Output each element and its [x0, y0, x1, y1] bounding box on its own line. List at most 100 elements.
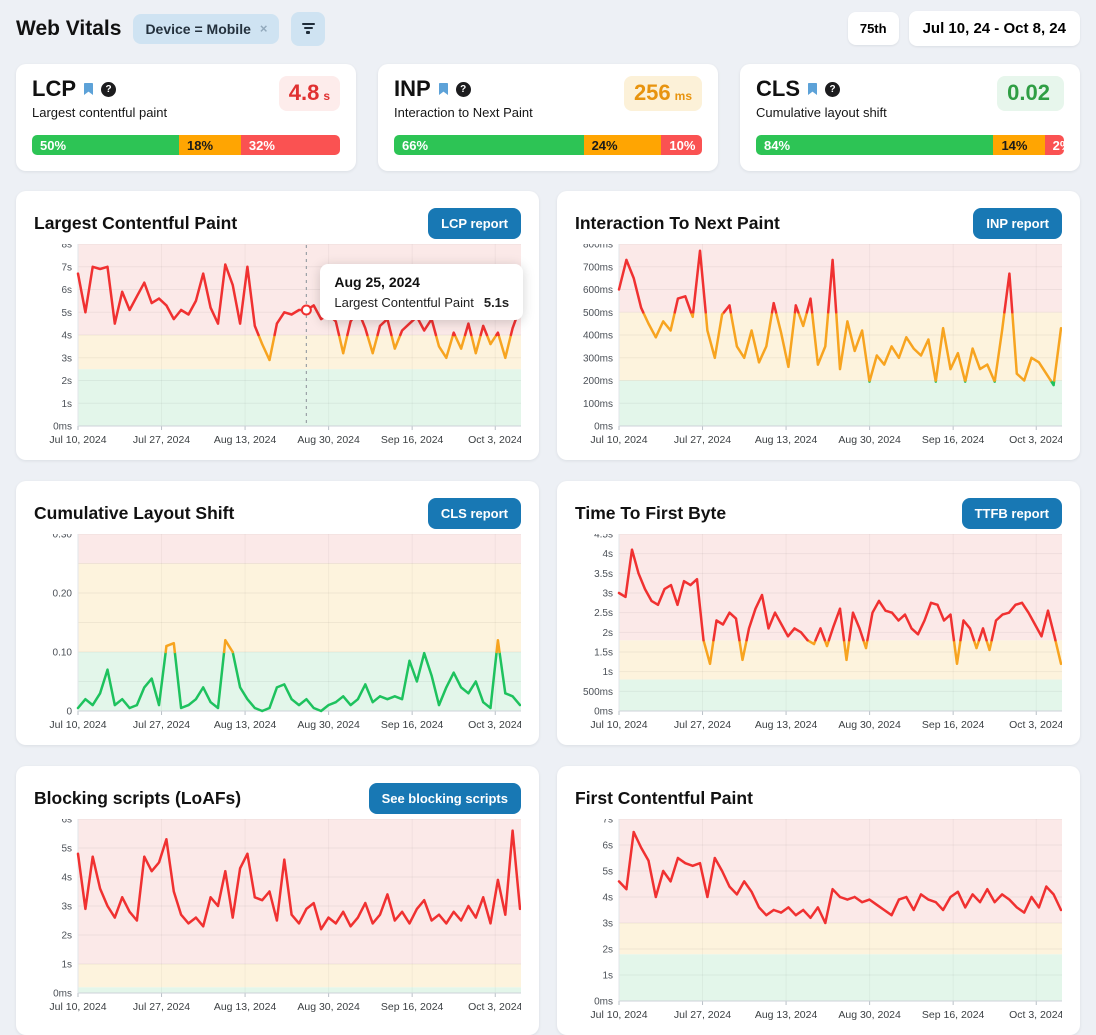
- svg-text:4s: 4s: [61, 331, 72, 342]
- charts-grid: Largest Contentful Paint LCP report Aug …: [16, 191, 1080, 1035]
- svg-text:3s: 3s: [602, 589, 613, 600]
- percentile-selector[interactable]: 75th: [848, 12, 899, 45]
- help-icon[interactable]: ?: [456, 82, 471, 97]
- svg-text:2.5s: 2.5s: [594, 608, 613, 619]
- metric-abbr: LCP: [32, 76, 76, 102]
- svg-text:Jul 27, 2024: Jul 27, 2024: [674, 434, 731, 446]
- date-range-selector[interactable]: Jul 10, 24 - Oct 8, 24: [909, 11, 1080, 46]
- metric-subtitle: Largest contentful paint: [32, 105, 167, 120]
- svg-text:3s: 3s: [61, 353, 72, 364]
- chart-title: Blocking scripts (LoAFs): [34, 788, 241, 809]
- svg-text:5s: 5s: [61, 844, 72, 855]
- svg-text:0.30: 0.30: [53, 534, 73, 541]
- svg-text:2s: 2s: [602, 628, 613, 639]
- inp-chart-plot[interactable]: 800ms700ms600ms500ms400ms300ms200ms100ms…: [575, 244, 1062, 450]
- svg-text:Aug 13, 2024: Aug 13, 2024: [214, 434, 277, 446]
- lcp-chart-report-button[interactable]: LCP report: [428, 208, 521, 239]
- inp-chart-report-button[interactable]: INP report: [973, 208, 1062, 239]
- fcp-chart-card: First Contentful Paint 7s6s5s4s3s2s1s0ms…: [557, 766, 1080, 1035]
- metric-value-badge: 0.02: [997, 76, 1064, 111]
- loaf-chart-plot[interactable]: 6s5s4s3s2s1s0msJul 10, 2024Jul 27, 2024A…: [34, 819, 521, 1017]
- loaf-chart-report-button[interactable]: See blocking scripts: [369, 783, 521, 814]
- metric-value-badge: 4.8 s: [279, 76, 340, 111]
- svg-text:Aug 13, 2024: Aug 13, 2024: [755, 1009, 818, 1021]
- svg-text:0ms: 0ms: [594, 707, 613, 718]
- svg-text:3s: 3s: [61, 902, 72, 913]
- bar-segment-red: 2%: [1045, 135, 1064, 155]
- ttfb-chart-plot[interactable]: 4.5s4s3.5s3s2.5s2s1.5s1s500ms0msJul 10, …: [575, 534, 1062, 735]
- help-icon[interactable]: ?: [825, 82, 840, 97]
- lcp-chart-card: Largest Contentful Paint LCP report Aug …: [16, 191, 539, 460]
- help-icon[interactable]: ?: [101, 82, 116, 97]
- bar-segment-red: 32%: [241, 135, 340, 155]
- metric-card-inp: INP ? Interaction to Next Paint 256 ms 6…: [378, 64, 718, 171]
- svg-text:Oct 3, 2024: Oct 3, 2024: [468, 434, 521, 446]
- svg-text:Aug 30, 2024: Aug 30, 2024: [297, 719, 360, 731]
- tooltip-label: Largest Contentful Paint: [334, 295, 473, 310]
- svg-text:Oct 3, 2024: Oct 3, 2024: [468, 719, 521, 731]
- svg-text:7s: 7s: [602, 819, 613, 826]
- bar-segment-red: 10%: [661, 135, 702, 155]
- svg-text:Jul 27, 2024: Jul 27, 2024: [133, 1001, 190, 1013]
- svg-text:0ms: 0ms: [594, 997, 613, 1008]
- metric-subtitle: Interaction to Next Paint: [394, 105, 533, 120]
- bookmark-icon[interactable]: [807, 82, 818, 96]
- svg-text:Aug 13, 2024: Aug 13, 2024: [214, 1001, 277, 1013]
- metric-unit: s: [323, 89, 330, 103]
- metric-value: 0.02: [1007, 80, 1050, 106]
- ttfb-chart-report-button[interactable]: TTFB report: [962, 498, 1062, 529]
- svg-text:Oct 3, 2024: Oct 3, 2024: [1009, 719, 1062, 731]
- svg-text:Sep 16, 2024: Sep 16, 2024: [381, 1001, 444, 1013]
- svg-text:0.20: 0.20: [53, 589, 73, 600]
- svg-text:1.5s: 1.5s: [594, 648, 613, 659]
- bar-segment-orange: 14%: [993, 135, 1044, 155]
- svg-text:1s: 1s: [602, 971, 613, 982]
- svg-text:Oct 3, 2024: Oct 3, 2024: [1009, 434, 1062, 446]
- funnel-icon: [302, 23, 315, 25]
- svg-text:Aug 13, 2024: Aug 13, 2024: [214, 719, 277, 731]
- filter-chip-device[interactable]: Device = Mobile ×: [133, 14, 279, 44]
- cls-chart-plot[interactable]: 0.300.200.100Jul 10, 2024Jul 27, 2024Aug…: [34, 534, 521, 735]
- svg-text:2s: 2s: [602, 945, 613, 956]
- filter-button[interactable]: [291, 12, 325, 46]
- svg-text:Jul 27, 2024: Jul 27, 2024: [133, 434, 190, 446]
- svg-text:4s: 4s: [602, 549, 613, 560]
- bar-segment-orange: 24%: [584, 135, 662, 155]
- top-bar: Web Vitals Device = Mobile × 75th Jul 10…: [0, 0, 1096, 48]
- svg-text:Jul 10, 2024: Jul 10, 2024: [49, 434, 106, 446]
- tooltip-value: 5.1s: [484, 295, 509, 310]
- bar-segment-green: 84%: [756, 135, 993, 155]
- svg-text:Sep 16, 2024: Sep 16, 2024: [922, 719, 985, 731]
- svg-text:Jul 10, 2024: Jul 10, 2024: [590, 719, 647, 731]
- filter-chip-label: Device = Mobile: [145, 21, 250, 37]
- svg-text:500ms: 500ms: [583, 687, 613, 698]
- svg-text:Jul 27, 2024: Jul 27, 2024: [674, 1009, 731, 1021]
- bookmark-icon[interactable]: [438, 82, 449, 96]
- inp-chart-card: Interaction To Next Paint INP report 800…: [557, 191, 1080, 460]
- svg-text:5s: 5s: [61, 308, 72, 319]
- svg-text:700ms: 700ms: [583, 262, 613, 273]
- svg-text:0ms: 0ms: [53, 989, 72, 1000]
- svg-text:Aug 30, 2024: Aug 30, 2024: [297, 434, 360, 446]
- metric-abbr: INP: [394, 76, 431, 102]
- svg-text:4s: 4s: [602, 893, 613, 904]
- svg-text:1s: 1s: [61, 399, 72, 410]
- chart-title: Time To First Byte: [575, 503, 726, 524]
- fcp-chart-plot[interactable]: 7s6s5s4s3s2s1s0msJul 10, 2024Jul 27, 202…: [575, 819, 1062, 1025]
- metric-abbr: CLS: [756, 76, 800, 102]
- svg-text:5s: 5s: [602, 867, 613, 878]
- chip-close-icon[interactable]: ×: [260, 21, 268, 36]
- chart-title: First Contentful Paint: [575, 788, 753, 809]
- svg-text:1s: 1s: [61, 960, 72, 971]
- loaf-chart-card: Blocking scripts (LoAFs) See blocking sc…: [16, 766, 539, 1035]
- bookmark-icon[interactable]: [83, 82, 94, 96]
- cls-chart-report-button[interactable]: CLS report: [428, 498, 521, 529]
- svg-text:4s: 4s: [61, 873, 72, 884]
- svg-text:Sep 16, 2024: Sep 16, 2024: [381, 434, 444, 446]
- lcp-chart-plot[interactable]: Aug 25, 2024Largest Contentful Paint5.1s…: [34, 244, 521, 450]
- svg-text:Sep 16, 2024: Sep 16, 2024: [922, 434, 985, 446]
- chart-title: Interaction To Next Paint: [575, 213, 780, 234]
- svg-text:Jul 10, 2024: Jul 10, 2024: [49, 1001, 106, 1013]
- svg-text:Jul 27, 2024: Jul 27, 2024: [133, 719, 190, 731]
- metric-distribution-bar: 66%24%10%: [394, 135, 702, 155]
